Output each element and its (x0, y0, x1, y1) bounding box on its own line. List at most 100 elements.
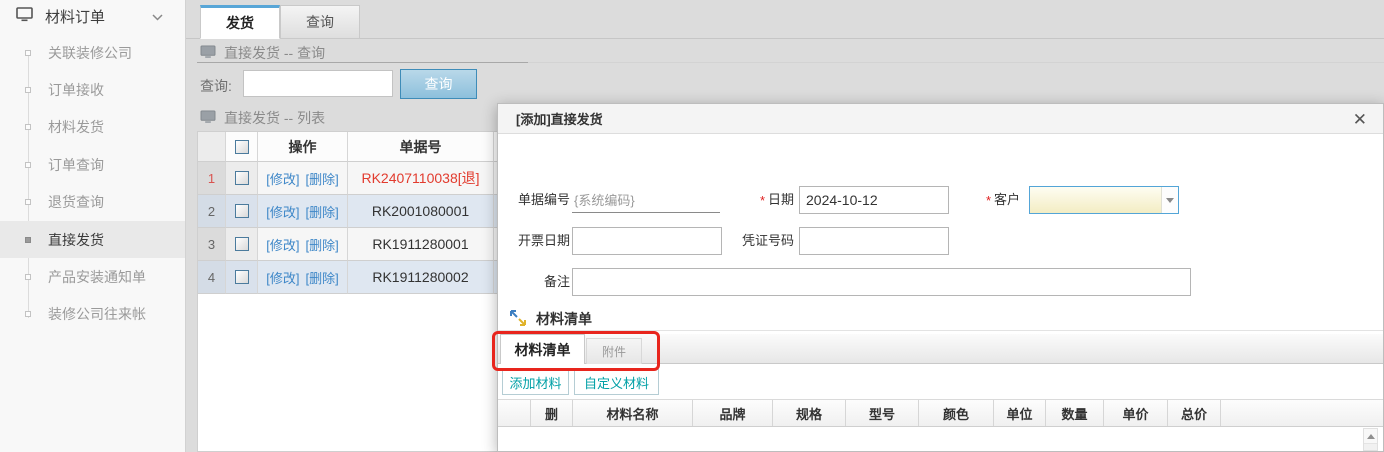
header-brand[interactable]: 品牌 (693, 400, 773, 426)
header-total-price[interactable]: 总价 (1168, 400, 1221, 426)
sidebar-item-order-receive[interactable]: 订单接收 (0, 71, 185, 108)
material-table-header: 删 材料名称 品牌 规格 型号 颜色 单位 数量 单价 总价 (498, 399, 1383, 427)
header-filler (1221, 400, 1383, 426)
header-color[interactable]: 颜色 (919, 400, 994, 426)
select-all-checkbox[interactable] (235, 140, 249, 154)
remark-label: 备注 (510, 268, 570, 296)
header-blank (498, 400, 531, 426)
header-model[interactable]: 型号 (846, 400, 919, 426)
header-doc-number[interactable]: 单据号 (348, 132, 494, 162)
row-checkbox[interactable] (235, 171, 249, 185)
sidebar-item-company-account[interactable]: 装修公司往来帐 (0, 296, 185, 333)
material-section-title: 材料清单 (536, 309, 592, 329)
invoice-date-input[interactable] (572, 227, 722, 255)
header-row-number (198, 132, 226, 162)
doc-number: RK2407110038[退] (348, 162, 494, 195)
query-input[interactable] (243, 70, 393, 97)
edit-link[interactable]: [修改] (266, 268, 299, 287)
add-material-button[interactable]: 添加材料 (502, 369, 569, 395)
sidebar-group-material-orders[interactable]: 材料订单 (0, 0, 185, 32)
customer-label: 客户 (994, 186, 1022, 214)
tab-shipping[interactable]: 发货 (200, 5, 280, 39)
row-checkbox[interactable] (235, 204, 249, 218)
combo-arrow-box[interactable] (1161, 187, 1178, 213)
tab-attachment[interactable]: 附件 (586, 338, 642, 364)
edit-link[interactable]: [修改] (266, 169, 299, 188)
query-section-header: 直接发货 -- 查询 (200, 43, 325, 63)
divider (498, 330, 1383, 331)
row-number: 4 (198, 261, 226, 294)
date-input[interactable] (799, 186, 949, 214)
monitor-icon (200, 110, 216, 127)
doc-no-label: 单据编号 (510, 186, 570, 214)
sidebar: 材料订单 关联装修公司 订单接收 材料发货 订单查询 退货查询 直接发货 产品安… (0, 0, 186, 452)
scroll-up-button[interactable] (1364, 429, 1377, 444)
vertical-scrollbar[interactable] (1363, 428, 1378, 451)
list-section-title: 直接发货 -- 列表 (224, 108, 325, 128)
header-operations[interactable]: 操作 (258, 132, 348, 162)
delete-link[interactable]: [删除] (306, 169, 339, 188)
header-unit-price[interactable]: 单价 (1104, 400, 1168, 426)
sidebar-item-material-ship[interactable]: 材料发货 (0, 109, 185, 146)
tree-bullet-icon (25, 162, 31, 168)
add-direct-ship-dialog: [添加]直接发货 ✕ 单据编号 {系统编码} * 日期 * 客户 开票日期 凭证… (497, 103, 1384, 452)
chevron-down-icon (1166, 198, 1174, 203)
tree-bullet-icon (25, 274, 31, 280)
header-unit[interactable]: 单位 (994, 400, 1046, 426)
sidebar-item-direct-ship[interactable]: 直接发货 (0, 221, 185, 258)
header-select-all[interactable] (226, 132, 258, 162)
delete-link[interactable]: [删除] (306, 235, 339, 254)
header-quantity[interactable]: 数量 (1046, 400, 1104, 426)
row-checkbox[interactable] (235, 237, 249, 251)
row-checkbox[interactable] (235, 270, 249, 284)
doc-number: RK2001080001 (348, 195, 494, 228)
section-underline-light (528, 62, 1384, 63)
dialog-title: [添加]直接发货 (516, 109, 603, 128)
doc-number: RK1911280002 (348, 261, 494, 294)
tab-query[interactable]: 查询 (280, 5, 360, 39)
material-section-header: 材料清单 (510, 309, 592, 329)
tree-bullet-icon (25, 311, 31, 317)
doc-no-system-code: {系统编码} (572, 186, 720, 213)
invoice-date-label: 开票日期 (510, 227, 570, 255)
date-label: 日期 (768, 186, 796, 214)
tree-bullet-icon (25, 50, 31, 56)
edit-link[interactable]: [修改] (266, 235, 299, 254)
list-section-header: 直接发货 -- 列表 (200, 108, 325, 128)
chevron-down-icon[interactable] (152, 9, 163, 24)
close-icon[interactable]: ✕ (1349, 108, 1371, 132)
sidebar-item-install-notice[interactable]: 产品安装通知单 (0, 258, 185, 295)
voucher-no-input[interactable] (799, 227, 949, 255)
tab-bar: 发货 查询 (200, 5, 360, 39)
row-number: 1 (198, 162, 226, 195)
sidebar-item-linked-companies[interactable]: 关联装修公司 (0, 34, 185, 71)
header-spec[interactable]: 规格 (773, 400, 846, 426)
row-number: 2 (198, 195, 226, 228)
dialog-header: [添加]直接发货 ✕ (498, 104, 1383, 134)
sidebar-item-order-query[interactable]: 订单查询 (0, 146, 185, 183)
voucher-no-label: 凭证号码 (734, 227, 794, 255)
customer-combobox[interactable] (1029, 186, 1179, 214)
material-tab-strip: 材料清单 附件 (498, 334, 1383, 364)
header-material-name[interactable]: 材料名称 (573, 400, 693, 426)
monitor-icon (200, 45, 216, 62)
expand-arrows-icon (510, 310, 526, 329)
sidebar-group-label: 材料订单 (45, 6, 105, 27)
sidebar-item-return-query[interactable]: 退货查询 (0, 184, 185, 221)
query-button[interactable]: 查询 (400, 69, 477, 99)
custom-material-button[interactable]: 自定义材料 (574, 369, 659, 395)
required-mark: * (986, 186, 991, 214)
edit-link[interactable]: [修改] (266, 202, 299, 221)
tree-bullet-icon (25, 199, 31, 205)
tabbar-divider (186, 38, 1384, 39)
tree-bullet-icon (25, 124, 31, 130)
doc-number: RK1911280001 (348, 228, 494, 261)
header-delete[interactable]: 删 (531, 400, 573, 426)
monitor-icon (16, 7, 33, 25)
delete-link[interactable]: [删除] (306, 202, 339, 221)
tree-bullet-icon (25, 87, 31, 93)
delete-link[interactable]: [删除] (306, 268, 339, 287)
tab-material-list[interactable]: 材料清单 (500, 334, 585, 364)
required-mark: * (760, 186, 765, 214)
remark-input[interactable] (572, 268, 1191, 296)
